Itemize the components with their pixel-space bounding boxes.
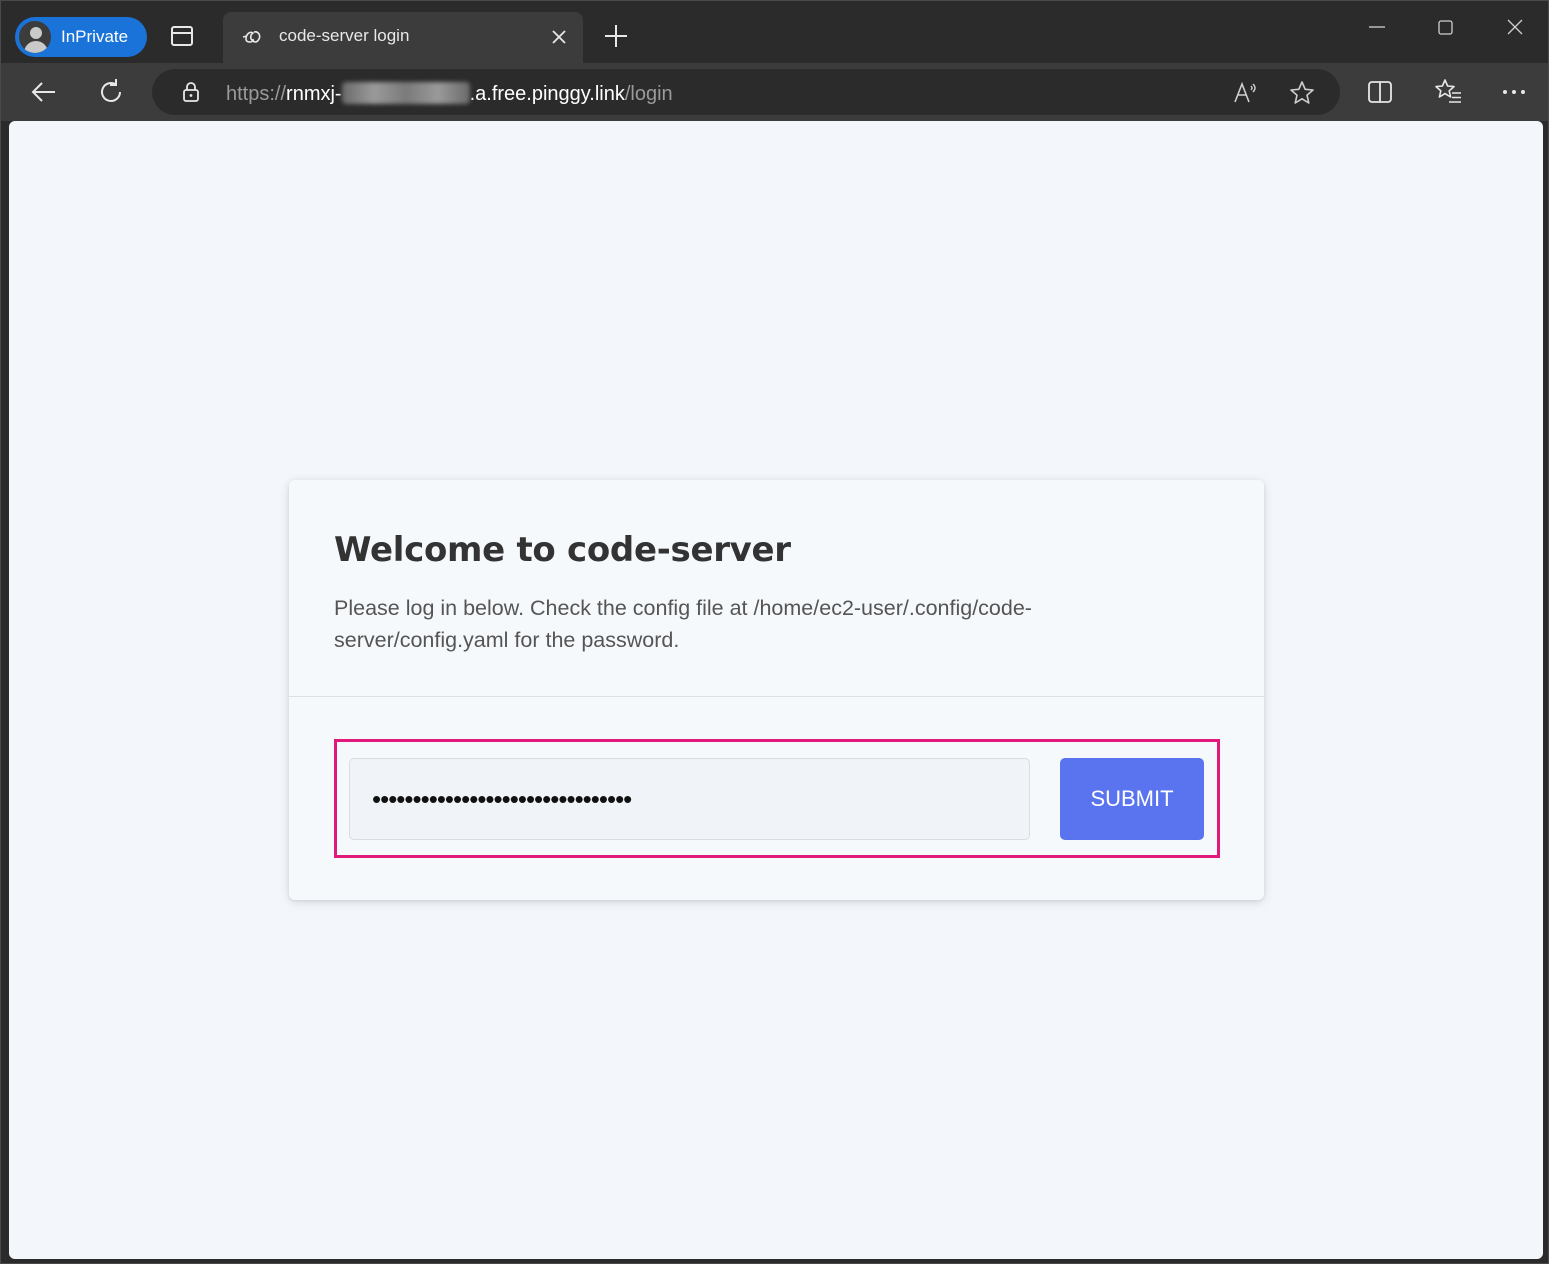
address-bar[interactable]: https://rnmxj- .a.free.pinggy.link/login <box>152 69 1340 115</box>
star-icon[interactable] <box>1288 79 1316 107</box>
back-icon[interactable] <box>27 75 61 109</box>
favorites-icon[interactable] <box>1433 77 1463 107</box>
maximize-icon[interactable] <box>1425 13 1465 43</box>
tab-code-server-login[interactable]: code-server login <box>223 12 583 63</box>
window-close-icon[interactable] <box>1495 13 1535 43</box>
inprivate-label: InPrivate <box>61 27 129 46</box>
tab-actions-icon[interactable] <box>171 26 193 46</box>
card-divider <box>289 696 1264 697</box>
minimize-icon[interactable] <box>1357 13 1397 43</box>
inprivate-badge[interactable]: InPrivate <box>15 17 147 57</box>
url-text[interactable]: https://rnmxj- .a.free.pinggy.link/login <box>226 82 673 106</box>
more-icon[interactable] <box>1499 77 1529 107</box>
login-description: Please log in below. Check the config fi… <box>334 596 1032 652</box>
read-aloud-icon[interactable] <box>1232 80 1258 106</box>
plus-icon[interactable] <box>601 21 631 51</box>
page-title: Welcome to code-server <box>334 530 791 570</box>
url-host-prefix: rnmxj- <box>286 83 342 105</box>
redacted-host <box>341 82 470 104</box>
lock-icon[interactable] <box>180 81 202 103</box>
code-server-favicon <box>242 31 261 43</box>
url-scheme: https:// <box>226 83 287 105</box>
submit-button[interactable]: SUBMIT <box>1060 758 1204 840</box>
split-screen-icon[interactable] <box>1365 77 1395 107</box>
page-viewport: Welcome to code-server Please log in bel… <box>9 121 1543 1259</box>
browser-window: InPrivate code-server login https://rnmx… <box>0 0 1549 1264</box>
tab-title: code-server login <box>279 26 410 45</box>
login-card: Welcome to code-server Please log in bel… <box>289 480 1264 900</box>
password-field[interactable]: •••••••••••••••••••••••••••••••• <box>349 758 1030 840</box>
url-host-suffix: .a.free.pinggy.link <box>469 83 625 105</box>
close-icon[interactable] <box>547 25 571 49</box>
tab-bar: InPrivate code-server login <box>1 1 1548 63</box>
profile-avatar-icon <box>17 19 53 55</box>
navigation-bar: https://rnmxj- .a.free.pinggy.link/login <box>1 63 1548 121</box>
refresh-icon[interactable] <box>94 75 128 109</box>
url-path: /login <box>624 83 673 105</box>
